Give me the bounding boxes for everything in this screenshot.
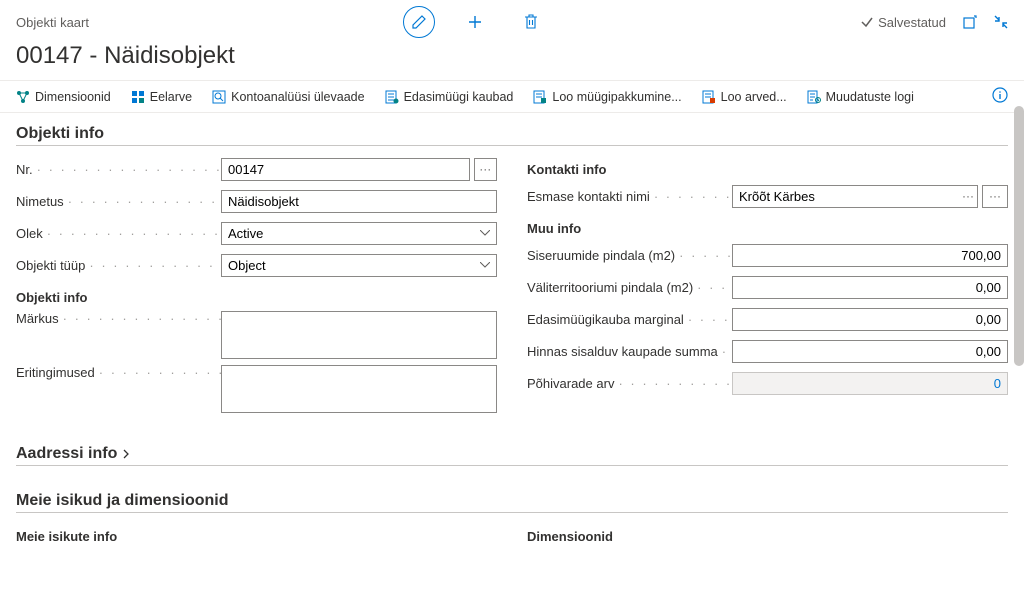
subtitle-contact-info: Kontakti info — [527, 156, 1008, 183]
subtitle-people-info: Meie isikute info — [16, 523, 497, 545]
select-type[interactable]: Object — [221, 254, 497, 277]
collapse-button[interactable] — [994, 15, 1008, 29]
label-primary-contact: Esmase kontakti nimi — [527, 189, 732, 204]
input-name[interactable] — [221, 190, 497, 213]
label-resale-margin: Edasimüügikauba marginal — [527, 312, 732, 327]
sales-offer-icon — [533, 90, 547, 104]
edit-button[interactable] — [403, 6, 435, 38]
chevron-right-icon — [121, 449, 131, 459]
lookup-nr[interactable]: ··· — [474, 158, 497, 181]
action-create-invoices[interactable]: Loo arved... — [702, 90, 787, 104]
inner-lookup-contact[interactable]: ··· — [962, 189, 974, 203]
label-name: Nimetus — [16, 194, 221, 209]
delete-button[interactable] — [515, 6, 547, 38]
analysis-icon — [212, 90, 226, 104]
action-dimensions[interactable]: Dimensioonid — [16, 90, 111, 104]
dimensions-icon — [16, 90, 30, 104]
subtitle-other-info: Muu info — [527, 215, 1008, 242]
label-type: Objekti tüüp — [16, 258, 221, 273]
trash-icon — [524, 14, 538, 30]
textarea-special[interactable] — [221, 365, 497, 413]
plus-icon — [467, 14, 483, 30]
section-object-info: Objekti info — [16, 119, 1008, 146]
label-outdoor-area: Väliterritooriumi pindala (m2) — [527, 280, 732, 295]
action-budget[interactable]: Eelarve — [131, 90, 192, 104]
label-status: Olek — [16, 226, 221, 241]
info-icon — [992, 87, 1008, 103]
budget-icon — [131, 90, 145, 104]
subtitle-object-info: Objekti info — [16, 284, 497, 311]
saved-status: Salvestatud — [860, 15, 946, 30]
collapse-icon — [994, 15, 1008, 29]
new-button[interactable] — [459, 6, 491, 38]
action-resale-goods[interactable]: Edasimüügi kaubad — [385, 90, 514, 104]
input-indoor-area[interactable] — [732, 244, 1008, 267]
pencil-icon — [411, 14, 427, 30]
log-icon — [807, 90, 821, 104]
input-primary-contact[interactable] — [732, 185, 978, 208]
textarea-note[interactable] — [221, 311, 497, 359]
scrollbar[interactable] — [1014, 106, 1024, 366]
input-nr[interactable] — [221, 158, 470, 181]
breadcrumb: Objekti kaart — [16, 15, 89, 30]
section-address-info[interactable]: Aadressi info — [16, 439, 1008, 466]
input-goods-in-price[interactable] — [732, 340, 1008, 363]
label-note: Märkus — [16, 311, 221, 326]
subtitle-dimensions: Dimensioonid — [527, 523, 1008, 545]
action-create-sales-offer[interactable]: Loo müügipakkumine... — [533, 90, 681, 104]
label-special: Eritingimused — [16, 365, 221, 380]
check-icon — [860, 15, 874, 29]
action-account-overview[interactable]: Kontoanalüüsi ülevaade — [212, 90, 364, 104]
action-bar: Dimensioonid Eelarve Kontoanalüüsi üleva… — [0, 80, 1024, 113]
invoice-icon — [702, 90, 716, 104]
page-title: 00147 - Näidisobjekt — [0, 38, 1024, 80]
info-button[interactable] — [992, 87, 1008, 106]
label-goods-in-price: Hinnas sisalduv kaupade summa — [527, 344, 732, 359]
label-nr: Nr. — [16, 162, 221, 177]
share-icon — [962, 14, 978, 30]
select-status[interactable]: Active — [221, 222, 497, 245]
goods-icon — [385, 90, 399, 104]
input-outdoor-area[interactable] — [732, 276, 1008, 299]
share-button[interactable] — [962, 14, 978, 30]
label-fixed-assets: Põhivarade arv — [527, 376, 732, 391]
lookup-primary-contact[interactable]: ··· — [982, 185, 1008, 208]
section-people-dims: Meie isikud ja dimensioonid — [16, 486, 1008, 513]
action-change-log[interactable]: Muudatuste logi — [807, 90, 914, 104]
input-resale-margin[interactable] — [732, 308, 1008, 331]
input-fixed-assets — [732, 372, 1008, 395]
label-indoor-area: Siseruumide pindala (m2) — [527, 248, 732, 263]
